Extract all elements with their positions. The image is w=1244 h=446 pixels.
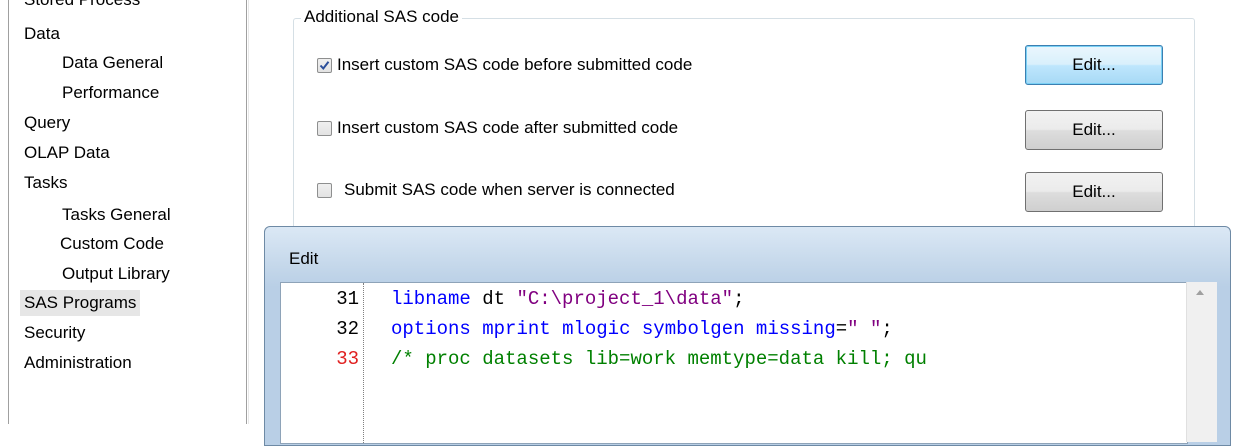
nav-item-administration[interactable]: Administration xyxy=(20,350,136,376)
option-after-row: Insert custom SAS code after submitted c… xyxy=(317,116,678,140)
connect-code-label[interactable]: Submit SAS code when server is connected xyxy=(344,178,675,202)
nav-item-data[interactable]: Data xyxy=(20,21,64,47)
option-connect-row: Submit SAS code when server is connected xyxy=(317,178,675,202)
connect-code-checkbox[interactable] xyxy=(317,182,332,198)
nav-item-tasks-general[interactable]: Tasks General xyxy=(58,202,175,228)
code-token: libname xyxy=(391,288,471,310)
nav-item-sas-programs[interactable]: SAS Programs xyxy=(20,290,141,316)
after-code-label[interactable]: Insert custom SAS code after submitted c… xyxy=(337,116,678,140)
nav-item-query[interactable]: Query xyxy=(20,110,74,136)
code-editor[interactable]: 31 libname dt "C:\project_1\data"; 32 optio… xyxy=(280,282,1188,444)
line-number: 31 xyxy=(336,288,359,310)
options-nav-tree: Stored Process Data Data General Perform… xyxy=(0,0,248,424)
option-before-row: Insert custom SAS code before submitted … xyxy=(317,53,692,77)
nav-item-output-library[interactable]: Output Library xyxy=(58,261,174,287)
code-token: "C:\project_1\data" xyxy=(516,288,734,310)
nav-divider[interactable] xyxy=(246,0,247,424)
group-legend: Additional SAS code xyxy=(301,6,462,28)
edit-connect-button[interactable]: Edit... xyxy=(1025,172,1163,212)
code-text[interactable]: libname dt "C:\project_1\data"; xyxy=(391,287,744,311)
line-number: 33 xyxy=(336,348,359,370)
after-code-checkbox[interactable] xyxy=(317,120,332,136)
code-editor-scrollbar[interactable] xyxy=(1186,282,1217,442)
nav-item-tasks[interactable]: Tasks xyxy=(20,170,71,196)
nav-item-data-general[interactable]: Data General xyxy=(58,50,167,76)
nav-item-custom-code[interactable]: Custom Code xyxy=(56,231,168,257)
edit-after-button[interactable]: Edit... xyxy=(1025,110,1163,150)
code-token: mlogic xyxy=(562,318,631,340)
code-token: missing xyxy=(755,318,836,340)
gutter-separator xyxy=(363,283,364,443)
nav-item-security[interactable]: Security xyxy=(20,320,89,346)
code-token: ; xyxy=(733,288,745,310)
edit-before-button[interactable]: Edit... xyxy=(1025,45,1163,85)
code-token: " " xyxy=(847,318,882,340)
edit-window-title: Edit xyxy=(289,249,319,268)
scroll-up-arrow-icon[interactable] xyxy=(1196,290,1204,295)
code-token: /* proc datasets lib=work memtype=data k… xyxy=(391,348,927,370)
before-code-checkbox[interactable] xyxy=(317,57,332,73)
code-token: mprint xyxy=(482,318,551,340)
nav-item-performance[interactable]: Performance xyxy=(58,80,163,106)
code-token: options xyxy=(391,318,471,340)
code-token: = xyxy=(835,318,848,340)
code-token: symbolgen xyxy=(641,318,745,340)
nav-item-olap-data[interactable]: OLAP Data xyxy=(20,140,114,166)
code-text[interactable]: options mprint mlogic symbolgen missing=… xyxy=(391,317,893,341)
code-text[interactable]: /* proc datasets lib=work memtype=data k… xyxy=(391,347,927,371)
code-token: ; xyxy=(881,318,893,340)
checkmark-icon xyxy=(319,60,330,70)
before-code-label[interactable]: Insert custom SAS code before submitted … xyxy=(337,53,692,77)
line-number: 32 xyxy=(336,318,359,340)
nav-item-clipped[interactable]: Stored Process xyxy=(24,0,140,10)
code-token: dt xyxy=(470,288,517,310)
